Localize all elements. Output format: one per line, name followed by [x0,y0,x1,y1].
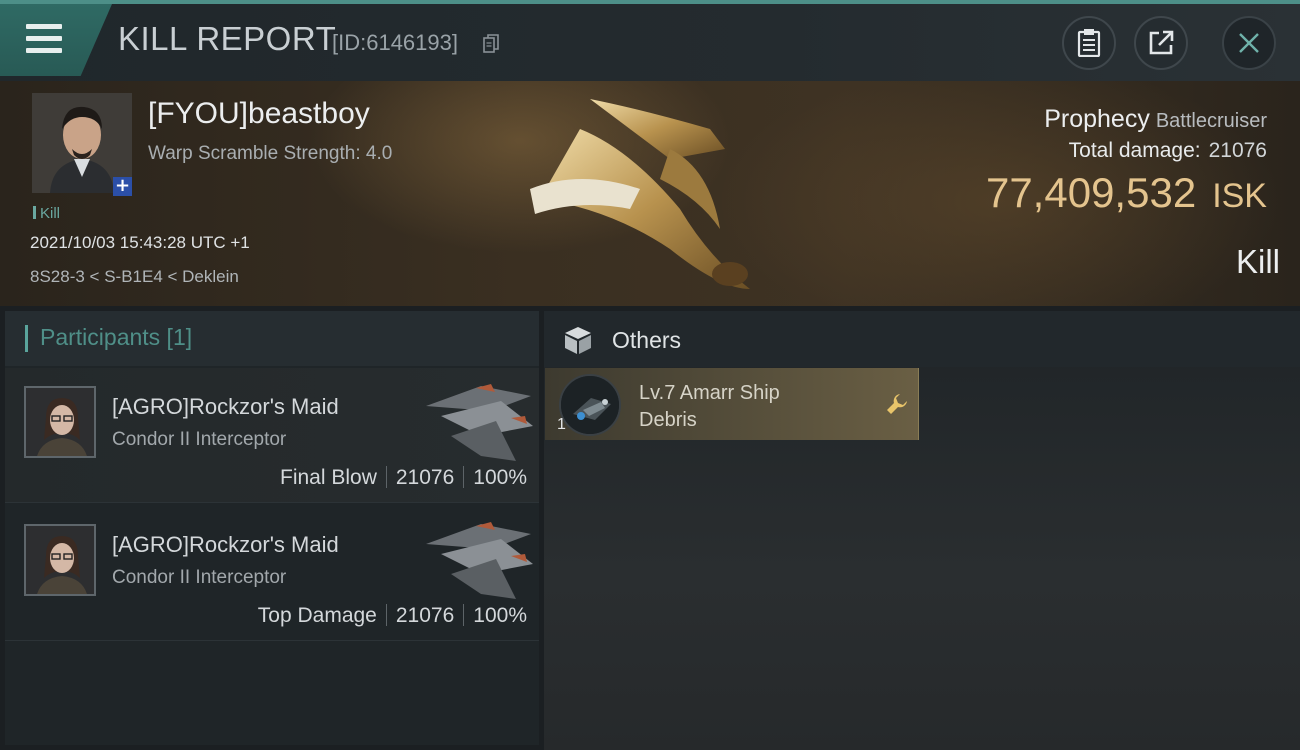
participant-damage: 21076 [395,604,455,627]
total-damage-label: Total damage: [1068,139,1201,162]
kill-result: Kill [1235,243,1280,280]
participant-row[interactable]: [AGRO]Rockzor's Maid Condor II Intercept… [5,368,539,503]
ship-debris-icon [559,374,621,436]
others-panel: Others 1 Lv.7 Amarr Ship Debris [544,311,1300,750]
participant-role: Top Damage [257,604,377,627]
cargo-box-icon [565,327,591,354]
clipboard-icon [1077,29,1101,57]
share-button[interactable] [1134,16,1188,70]
kill-location: 8S28-3 < S-B1E4 < Deklein [30,267,239,286]
victim-ship-line: Prophecy Battlecruiser [1044,105,1267,134]
participant-ship-image [426,384,533,461]
hamburger-menu-icon [26,24,62,54]
item-quantity: 1 [557,416,566,433]
kill-datetime: 2021/10/03 15:43:28 UTC +1 [30,233,250,252]
add-contact-icon[interactable]: + [113,177,132,196]
participant-avatar[interactable] [24,386,96,458]
warp-scramble-strength: Warp Scramble Strength: 4.0 [148,143,393,164]
wrench-icon[interactable] [885,392,909,416]
participant-name[interactable]: [AGRO]Rockzor's Maid [112,532,339,558]
close-icon [1239,33,1259,53]
others-title: Others [612,327,682,353]
page-title: KILL REPORT [118,20,337,57]
participant-ship: Condor II Interceptor [112,567,287,588]
divider [463,466,465,488]
share-icon [1149,30,1174,55]
participant-damage: 21076 [395,466,455,489]
isk-value: 77,409,532 [985,169,1197,216]
divider [463,604,465,626]
participants-panel: Participants [1] [AGRO]Rockzor's Maid Co… [5,311,539,745]
victim-ship-class: Battlecruiser [1155,110,1267,132]
participant-avatar[interactable] [24,524,96,596]
kill-tag: Kill [33,205,60,222]
isk-value-line: 77,409,532 ISK [986,169,1267,217]
loot-item[interactable]: 1 Lv.7 Amarr Ship Debris [545,368,919,440]
total-damage-value: 21076 [1208,139,1267,162]
close-button[interactable] [1222,16,1276,70]
victim-ship-image [530,99,750,289]
participants-title: Participants [1] [40,324,193,350]
divider [385,466,387,488]
participants-header: Participants [1] [5,311,539,366]
total-damage: Total damage: 21076 [1069,139,1267,163]
victim-banner: + [FYOU]beastboy Warp Scramble Strength:… [0,81,1300,306]
divider [385,604,387,626]
participant-percent: 100% [473,466,527,489]
participant-row[interactable]: [AGRO]Rockzor's Maid Condor II Intercept… [5,506,539,641]
header-accent-bar [25,325,28,352]
participant-role: Final Blow [280,466,377,489]
victim-name[interactable]: [FYOU]beastboy [148,97,370,131]
participant-ship-image [426,522,533,599]
others-header: Others [544,311,1300,367]
clipboard-button[interactable] [1062,16,1116,70]
participant-name[interactable]: [AGRO]Rockzor's Maid [112,394,339,420]
item-name: Lv.7 Amarr Ship Debris [639,382,780,431]
copy-icon[interactable] [483,34,499,54]
victim-ship-name[interactable]: Prophecy [1044,105,1150,133]
report-id: [ID:6146193] [332,30,458,55]
participant-percent: 100% [473,604,527,627]
participant-stats: Final Blow 21076 100% [280,466,527,490]
participant-ship: Condor II Interceptor [112,429,287,450]
participant-stats: Top Damage 21076 100% [258,604,527,628]
isk-unit: ISK [1212,177,1267,215]
